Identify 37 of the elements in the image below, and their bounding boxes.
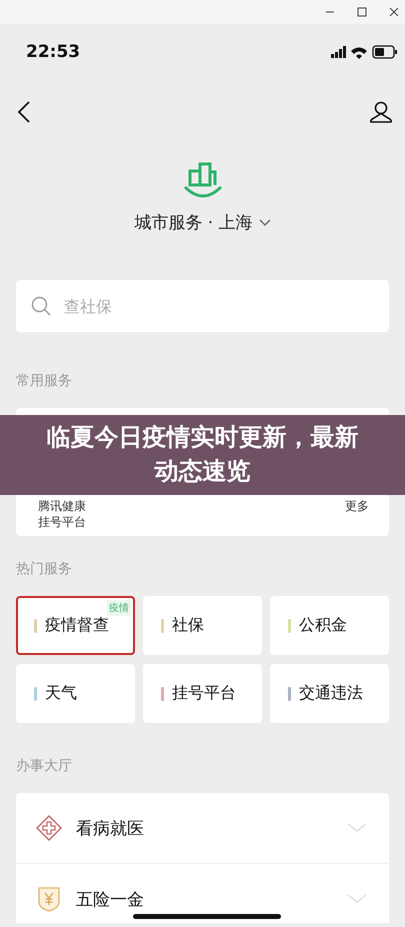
wifi-icon xyxy=(351,46,367,58)
tile-label: 疫情督查 xyxy=(45,615,109,636)
service-tile[interactable]: 疫情督查 疫情 xyxy=(16,596,135,655)
service-label[interactable]: 更多 xyxy=(345,498,369,514)
chevron-down-icon xyxy=(347,894,367,904)
search-field[interactable]: 查社保 xyxy=(16,280,389,332)
service-tile[interactable]: 挂号平台 xyxy=(143,664,262,723)
signal-icon xyxy=(331,46,346,58)
tile-label: 社保 xyxy=(172,615,204,636)
battery-icon xyxy=(372,45,397,59)
headline-banner: 临夏今日疫情实时更新，最新动态速览 xyxy=(0,415,405,495)
service-label[interactable]: 腾讯健康挂号平台 xyxy=(38,498,88,530)
city-selector[interactable]: 城市服务 · 上海 xyxy=(134,211,271,234)
search-icon xyxy=(31,296,51,316)
shield-yuan-icon xyxy=(36,886,62,912)
tile-label: 公积金 xyxy=(299,615,347,636)
close-icon[interactable] xyxy=(389,7,399,17)
service-tile[interactable]: 社保 xyxy=(143,596,262,655)
back-icon[interactable] xyxy=(17,101,31,123)
maximize-icon[interactable] xyxy=(357,7,367,17)
tag-badge: 疫情 xyxy=(107,600,131,616)
section-heading: 常用服务 xyxy=(15,372,73,390)
tile-label: 交通违法 xyxy=(299,683,363,704)
section-heading: 热门服务 xyxy=(15,560,73,578)
user-icon[interactable] xyxy=(369,101,393,123)
medical-cross-icon xyxy=(36,815,62,841)
city-logo-icon xyxy=(182,161,222,199)
chevron-down-icon xyxy=(258,218,271,226)
hall-item[interactable]: 看病就医 xyxy=(16,793,389,864)
section-heading: 办事大厅 xyxy=(15,757,73,775)
service-tile[interactable]: 公积金 xyxy=(270,596,389,655)
service-tile[interactable]: 交通违法 xyxy=(270,664,389,723)
tile-label: 挂号平台 xyxy=(172,683,236,704)
chevron-down-icon xyxy=(347,823,367,833)
status-time: 22:53 xyxy=(26,42,80,62)
service-tile[interactable]: 天气 xyxy=(16,664,135,723)
tile-label: 天气 xyxy=(45,683,77,704)
